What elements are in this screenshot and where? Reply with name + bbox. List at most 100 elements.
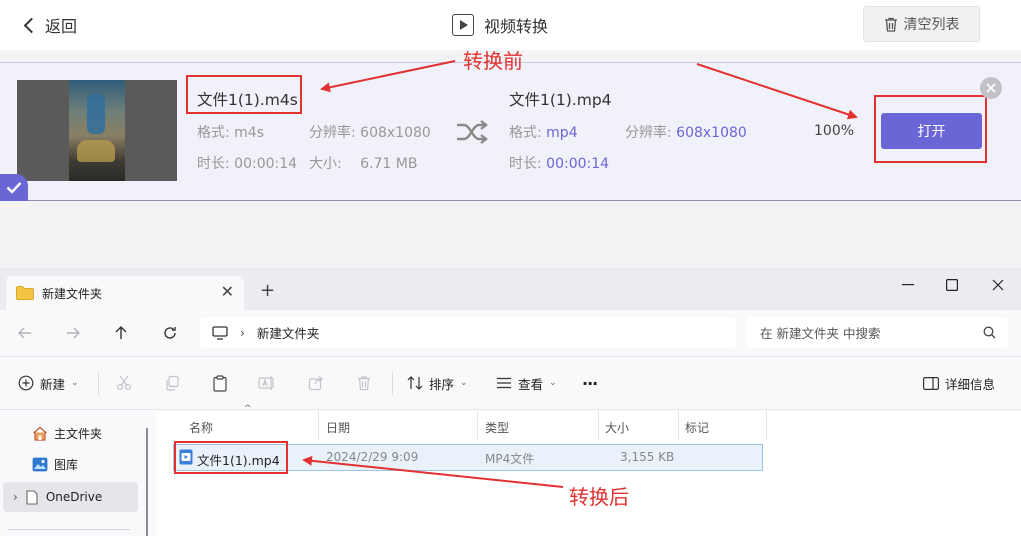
tab-label: 新建文件夹 bbox=[42, 286, 103, 301]
output-format-value: mp4 bbox=[546, 125, 578, 141]
source-size-value: 6.71 MB bbox=[360, 156, 418, 172]
column-header-tags[interactable]: 标记 bbox=[685, 417, 709, 437]
new-button[interactable]: 新建 ⌄ bbox=[18, 372, 79, 394]
tab-close-icon[interactable]: ✕ bbox=[221, 284, 234, 300]
trash-icon bbox=[358, 376, 370, 391]
tab-new-folder[interactable]: 新建文件夹 ✕ bbox=[6, 276, 244, 310]
monitor-icon bbox=[212, 325, 228, 340]
chevron-right-icon: › bbox=[240, 325, 245, 340]
file-type: MP4文件 bbox=[485, 452, 535, 466]
app-title-label: 视频转换 bbox=[484, 17, 549, 36]
paste-button[interactable] bbox=[210, 373, 230, 393]
more-icon: ··· bbox=[582, 373, 598, 393]
source-size: 大小: 6.71 MB bbox=[309, 153, 417, 173]
column-header-type[interactable]: 类型 bbox=[485, 417, 509, 437]
nav-pane-scrollbar[interactable] bbox=[146, 428, 148, 536]
view-label: 查看 bbox=[518, 376, 544, 392]
source-format: 格式: m4s bbox=[197, 125, 265, 141]
open-button[interactable]: 打开 bbox=[881, 113, 982, 149]
view-button[interactable]: 查看 ⌄ bbox=[496, 372, 557, 394]
address-field[interactable]: › 新建文件夹 bbox=[200, 317, 736, 348]
selected-check-icon[interactable] bbox=[0, 174, 28, 201]
chevron-left-icon bbox=[23, 17, 40, 33]
sort-icon bbox=[407, 376, 423, 390]
nav-item-onedrive[interactable]: › OneDrive bbox=[3, 482, 138, 512]
source-resolution: 分辨率: 608x1080 bbox=[309, 125, 431, 141]
share-icon bbox=[308, 376, 323, 391]
more-options-button[interactable]: ··· bbox=[582, 372, 598, 394]
maximize-button[interactable] bbox=[937, 275, 967, 295]
column-header-name[interactable]: 名称 bbox=[189, 417, 213, 437]
refresh-icon bbox=[164, 327, 176, 339]
output-resolution-key: 分辨率: bbox=[625, 125, 672, 141]
back-button[interactable]: 返回 bbox=[23, 12, 78, 38]
column-header-date[interactable]: 日期 bbox=[326, 417, 350, 437]
chevron-right-icon: › bbox=[13, 490, 18, 504]
annotation-box-after bbox=[174, 441, 288, 474]
scissors-icon bbox=[116, 375, 132, 391]
sort-label: 排序 bbox=[429, 376, 455, 392]
close-icon bbox=[986, 83, 996, 93]
gallery-icon bbox=[32, 457, 48, 471]
app-bottom-area bbox=[0, 201, 1021, 268]
arrow-right-icon bbox=[67, 327, 80, 339]
address-path: 新建文件夹 bbox=[256, 326, 320, 341]
column-separator[interactable] bbox=[598, 411, 599, 439]
rename-button[interactable] bbox=[257, 373, 277, 393]
sort-button[interactable]: 排序 ⌄ bbox=[407, 372, 468, 394]
folder-icon bbox=[16, 286, 34, 300]
cut-button[interactable] bbox=[114, 373, 134, 393]
minimize-button[interactable] bbox=[893, 275, 923, 295]
up-nav-button[interactable] bbox=[108, 320, 134, 346]
nav-item-gallery[interactable]: 图库 bbox=[32, 453, 78, 475]
remove-item-button[interactable] bbox=[980, 77, 1002, 99]
chevron-down-icon: ⌄ bbox=[460, 378, 468, 388]
search-icon bbox=[983, 326, 996, 339]
share-button[interactable] bbox=[306, 373, 326, 393]
video-thumbnail bbox=[17, 80, 177, 181]
details-pane-button[interactable]: 详细信息 bbox=[923, 372, 995, 394]
output-format: 格式: mp4 bbox=[509, 122, 578, 142]
nav-label-onedrive: OneDrive bbox=[45, 490, 103, 504]
nav-label-home: 主文件夹 bbox=[54, 426, 103, 441]
chevron-down-icon: ⌄ bbox=[71, 378, 79, 388]
close-icon bbox=[992, 279, 1004, 291]
new-tab-plus-icon[interactable]: + bbox=[260, 280, 275, 301]
toolbar-divider bbox=[392, 371, 393, 395]
home-icon bbox=[33, 426, 47, 441]
clear-list-button[interactable]: 清空列表 bbox=[863, 6, 980, 42]
window-close-button[interactable] bbox=[983, 275, 1013, 295]
search-input[interactable]: 在 新建文件夹 中搜索 bbox=[746, 317, 1008, 348]
delete-button[interactable] bbox=[354, 373, 374, 393]
details-label: 详细信息 bbox=[945, 376, 996, 392]
sort-ascending-icon: ^ bbox=[244, 404, 252, 414]
nav-separator bbox=[8, 529, 130, 530]
nav-item-home[interactable]: 主文件夹 bbox=[32, 422, 102, 444]
column-header-size[interactable]: 大小 bbox=[605, 417, 629, 437]
annotation-label-after: 转换后 bbox=[569, 485, 629, 509]
annotation-box-before bbox=[186, 75, 302, 114]
source-size-key: 大小: bbox=[309, 156, 342, 172]
copy-icon bbox=[166, 375, 179, 391]
forward-nav-button[interactable] bbox=[60, 320, 86, 346]
file-date: 2024/2/29 9:09 bbox=[326, 450, 419, 464]
column-separator[interactable] bbox=[766, 411, 767, 439]
output-duration-key: 时长: bbox=[509, 156, 542, 172]
column-separator[interactable] bbox=[678, 411, 679, 439]
output-format-key: 格式: bbox=[509, 125, 542, 141]
maximize-icon bbox=[946, 279, 958, 291]
chevron-down-icon: ⌄ bbox=[549, 378, 557, 388]
copy-button[interactable] bbox=[162, 373, 182, 393]
plus-circle-icon bbox=[18, 375, 34, 391]
column-separator[interactable] bbox=[477, 411, 478, 439]
refresh-button[interactable] bbox=[157, 320, 183, 346]
nav-label-gallery: 图库 bbox=[54, 457, 79, 472]
output-duration-value: 00:00:14 bbox=[546, 156, 610, 172]
view-list-icon bbox=[497, 377, 511, 389]
back-nav-button[interactable] bbox=[12, 320, 38, 346]
arrow-up-icon bbox=[115, 326, 127, 339]
new-label: 新建 bbox=[40, 376, 66, 392]
back-label: 返回 bbox=[45, 17, 78, 36]
details-pane-icon bbox=[923, 376, 939, 390]
column-separator[interactable] bbox=[318, 411, 319, 439]
